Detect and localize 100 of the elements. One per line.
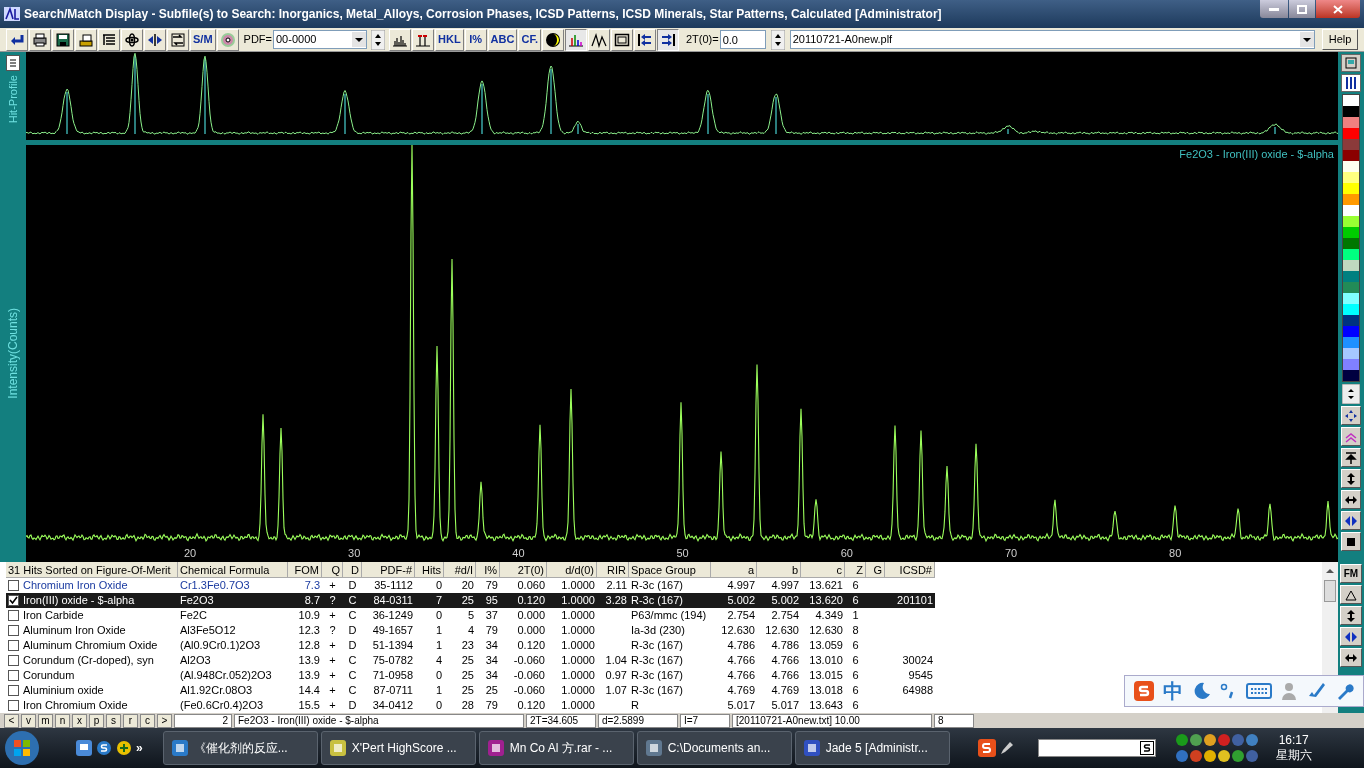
row-name-cell[interactable]: Aluminum Chromium Oxide [6,638,178,653]
toolbar-button[interactable]: S/M [190,28,216,51]
s-circle-icon[interactable] [96,740,112,756]
file-combobox[interactable]: 20110721-A0new.plf [789,30,1315,49]
spinner-icon[interactable] [770,29,785,50]
pdf-combobox[interactable]: 00-0000 [273,30,367,49]
row-name-cell[interactable]: Iron Chromium Oxide [6,698,178,713]
row-checkbox[interactable] [8,640,19,651]
start-button-icon[interactable] [4,730,40,766]
column-header[interactable]: D [343,562,362,578]
search-field[interactable] [1037,739,1156,757]
s-logo-icon[interactable] [977,739,996,757]
scroll-spinner-icon[interactable] [1342,384,1360,404]
column-header[interactable]: c [801,562,845,578]
toolbar-button[interactable]: I% [464,28,487,51]
view-button[interactable] [1340,585,1362,604]
filter-tab[interactable]: v [21,713,36,728]
color-swatch[interactable] [1343,194,1359,205]
filter-tab[interactable]: r [123,713,138,728]
help-button[interactable]: Help [1322,29,1358,50]
row-name-cell[interactable]: Iron Carbide [6,608,178,623]
toolbar-button[interactable]: HKL [435,28,464,51]
row-name-cell[interactable]: Chromium Iron Oxide [6,578,178,593]
taskbar-button[interactable]: Jade 5 [Administr... [794,731,950,765]
color-swatch[interactable] [1343,315,1359,326]
color-swatch[interactable] [1343,183,1359,194]
column-header[interactable]: Space Group [629,562,711,578]
color-swatch[interactable] [1343,304,1359,315]
column-header[interactable]: a [711,562,757,578]
bars-button[interactable] [1341,74,1361,92]
color-swatch[interactable] [1343,139,1359,150]
column-header[interactable]: FOM [288,562,322,578]
column-header[interactable]: #d/I [444,562,476,578]
color-swatch[interactable] [1343,293,1359,304]
color-swatch[interactable] [1343,348,1359,359]
color-swatch[interactable] [1343,172,1359,183]
strip-button[interactable] [6,55,20,71]
column-header[interactable]: Z [845,562,866,578]
row-checkbox[interactable] [8,670,19,681]
column-header[interactable]: PDF-# [362,562,415,578]
column-header[interactable]: I% [476,562,500,578]
color-swatch[interactable] [1343,227,1359,238]
column-header[interactable]: d/d(0) [547,562,597,578]
filter-tab[interactable]: c [140,713,155,728]
taskbar-button[interactable]: X'Pert HighScore ... [320,731,476,765]
color-swatch[interactable] [1343,128,1359,139]
color-swatch[interactable] [1343,150,1359,161]
row-checkbox[interactable] [8,580,19,591]
view-button[interactable] [1341,427,1361,446]
filter-tab[interactable]: < [4,713,19,728]
color-swatch[interactable] [1343,106,1359,117]
keyboard-icon[interactable] [1245,683,1272,699]
minimize-button[interactable] [1260,0,1288,18]
taskbar-button[interactable]: 《催化剂的反应... [162,731,318,765]
view-button[interactable] [1341,448,1361,467]
moon-icon[interactable] [1192,682,1211,700]
column-header[interactable]: Q [322,562,343,578]
color-swatch[interactable] [1343,95,1359,106]
color-swatch[interactable] [1343,326,1359,337]
row-name-cell[interactable]: Corundum (Cr-doped), syn [6,653,178,668]
plus-circle-icon[interactable] [116,740,132,756]
scroll-thumb[interactable] [1324,580,1336,602]
filter-tab[interactable]: m [38,713,53,728]
row-name-cell[interactable]: Aluminium oxide [6,683,178,698]
filter-tab[interactable]: p [89,713,104,728]
column-header[interactable]: G [866,562,885,578]
color-swatch[interactable] [1343,161,1359,172]
maximize-button[interactable] [1289,0,1315,18]
color-swatch[interactable] [1343,359,1359,370]
view-button[interactable] [1340,606,1362,625]
row-checkbox[interactable] [8,685,19,696]
row-checkbox[interactable] [8,625,19,636]
row-name-cell[interactable]: Aluminum Iron Oxide [6,623,178,638]
color-swatch[interactable] [1343,117,1359,128]
color-swatch[interactable] [1343,370,1359,381]
taskbar-button[interactable]: C:\Documents an... [636,731,792,765]
view-button[interactable] [1341,511,1361,530]
column-header[interactable]: b [757,562,801,578]
row-name-cell[interactable]: Corundum [6,668,178,683]
view-button[interactable] [1341,469,1361,488]
chinese-mode-toggle[interactable]: 中 [1163,676,1184,706]
selected-row[interactable]: Iron(III) oxide - $-alpha Fe2O3 8.7 ? C 84-0311 7 25 95 0.120 1.0000 3.28 R-3c (167) 5.002 5.002 13.620 6 201101 [6,593,935,608]
filter-tab[interactable]: n [55,713,70,728]
close-button[interactable] [1316,0,1360,18]
fm-button[interactable]: FM [1340,564,1362,583]
toolbar-button[interactable] [564,28,587,51]
column-header[interactable]: 2T(0) [500,562,547,578]
column-header[interactable]: Hits [415,562,444,578]
column-header[interactable]: RIR [597,562,629,578]
view-button[interactable] [1340,648,1362,667]
column-header[interactable]: ICSD# [885,562,935,578]
view-button[interactable] [1340,627,1362,646]
color-swatch[interactable] [1343,238,1359,249]
color-swatch[interactable] [1343,337,1359,348]
row-checkbox[interactable] [8,655,19,666]
filter-tab[interactable]: > [157,713,172,728]
taskbar-button[interactable]: Mn Co Al 方.rar - ... [478,731,634,765]
color-swatch[interactable] [1343,271,1359,282]
column-header[interactable]: 31 Hits Sorted on Figure-Of-Merit [6,562,178,578]
filter-tab[interactable]: x [72,713,87,728]
